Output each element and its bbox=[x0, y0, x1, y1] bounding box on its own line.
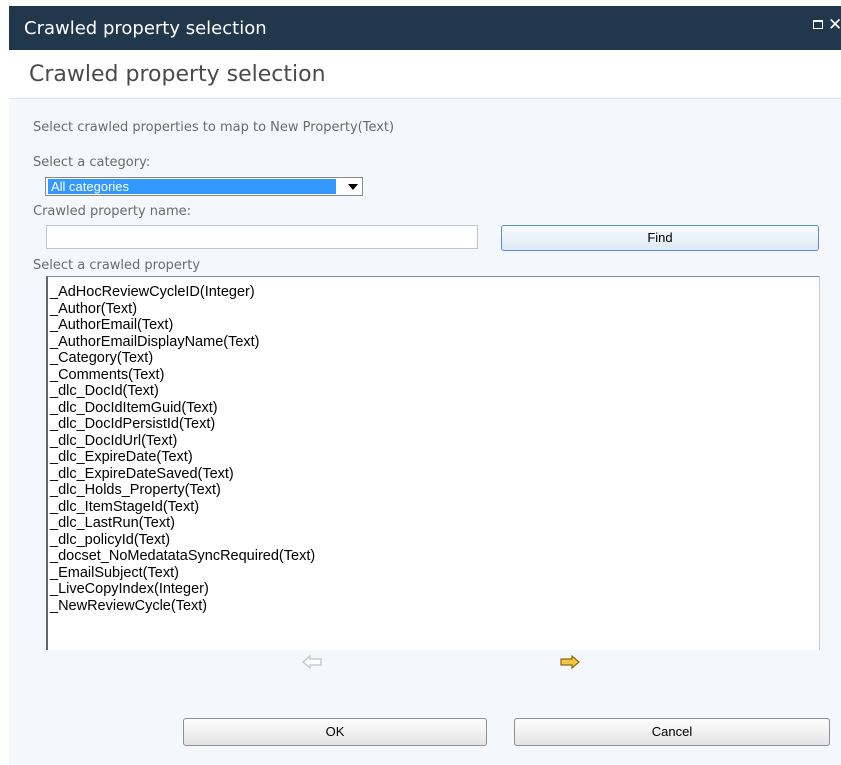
list-item[interactable]: _docset_NoMedatataSyncRequired(Text) bbox=[48, 548, 819, 565]
list-item[interactable]: _NewReviewCycle(Text) bbox=[48, 598, 819, 615]
list-item[interactable]: _dlc_DocIdItemGuid(Text) bbox=[48, 400, 819, 417]
list-item[interactable]: _dlc_LastRun(Text) bbox=[48, 515, 819, 532]
ok-button[interactable]: OK bbox=[183, 718, 487, 746]
list-item[interactable]: _AdHocReviewCycleID(Integer) bbox=[48, 284, 819, 301]
list-item[interactable]: _dlc_DocIdPersistId(Text) bbox=[48, 416, 819, 433]
page-title: Crawled property selection bbox=[29, 62, 326, 87]
category-selected-value: All categories bbox=[48, 179, 336, 194]
property-list-label: Select a crawled property bbox=[33, 258, 201, 273]
list-item[interactable]: _Author(Text) bbox=[48, 301, 819, 318]
list-item[interactable]: _EmailSubject(Text) bbox=[48, 565, 819, 582]
list-item[interactable]: _dlc_DocId(Text) bbox=[48, 383, 819, 400]
list-item[interactable]: _dlc_policyId(Text) bbox=[48, 532, 819, 549]
list-item[interactable]: _AuthorEmail(Text) bbox=[48, 317, 819, 334]
list-item[interactable]: _dlc_ItemStageId(Text) bbox=[48, 499, 819, 516]
maximize-icon[interactable] bbox=[813, 20, 823, 29]
category-label: Select a category: bbox=[33, 155, 151, 170]
window-title: Crawled property selection bbox=[24, 18, 267, 39]
category-select[interactable]: All categories bbox=[45, 177, 363, 196]
dialog: Crawled property selection ✕ Crawled pro… bbox=[9, 0, 841, 765]
list-item[interactable]: _dlc_ExpireDateSaved(Text) bbox=[48, 466, 819, 483]
close-icon[interactable]: ✕ bbox=[828, 15, 841, 35]
chevron-down-icon[interactable] bbox=[348, 184, 358, 190]
cancel-button[interactable]: Cancel bbox=[514, 718, 830, 746]
titlebar: Crawled property selection ✕ bbox=[9, 6, 841, 50]
list-item[interactable]: _dlc_Holds_Property(Text) bbox=[48, 482, 819, 499]
list-item[interactable]: _AuthorEmailDisplayName(Text) bbox=[48, 334, 819, 351]
arrow-left-icon[interactable] bbox=[302, 654, 322, 670]
list-item[interactable]: _dlc_ExpireDate(Text) bbox=[48, 449, 819, 466]
list-item[interactable]: _dlc_DocIdUrl(Text) bbox=[48, 433, 819, 450]
crawled-property-list[interactable]: _AdHocReviewCycleID(Integer) _Author(Text… bbox=[46, 276, 820, 650]
list-item[interactable]: _Comments(Text) bbox=[48, 367, 819, 384]
arrow-right-icon[interactable] bbox=[560, 654, 580, 670]
property-name-label: Crawled property name: bbox=[33, 204, 192, 219]
list-item[interactable]: _Category(Text) bbox=[48, 350, 819, 367]
instructions-text: Select crawled properties to map to New … bbox=[33, 120, 395, 135]
list-item[interactable]: _LiveCopyIndex(Integer) bbox=[48, 581, 819, 598]
find-button[interactable]: Find bbox=[501, 225, 819, 251]
property-name-input[interactable] bbox=[46, 225, 478, 249]
page-header: Crawled property selection bbox=[9, 50, 841, 99]
